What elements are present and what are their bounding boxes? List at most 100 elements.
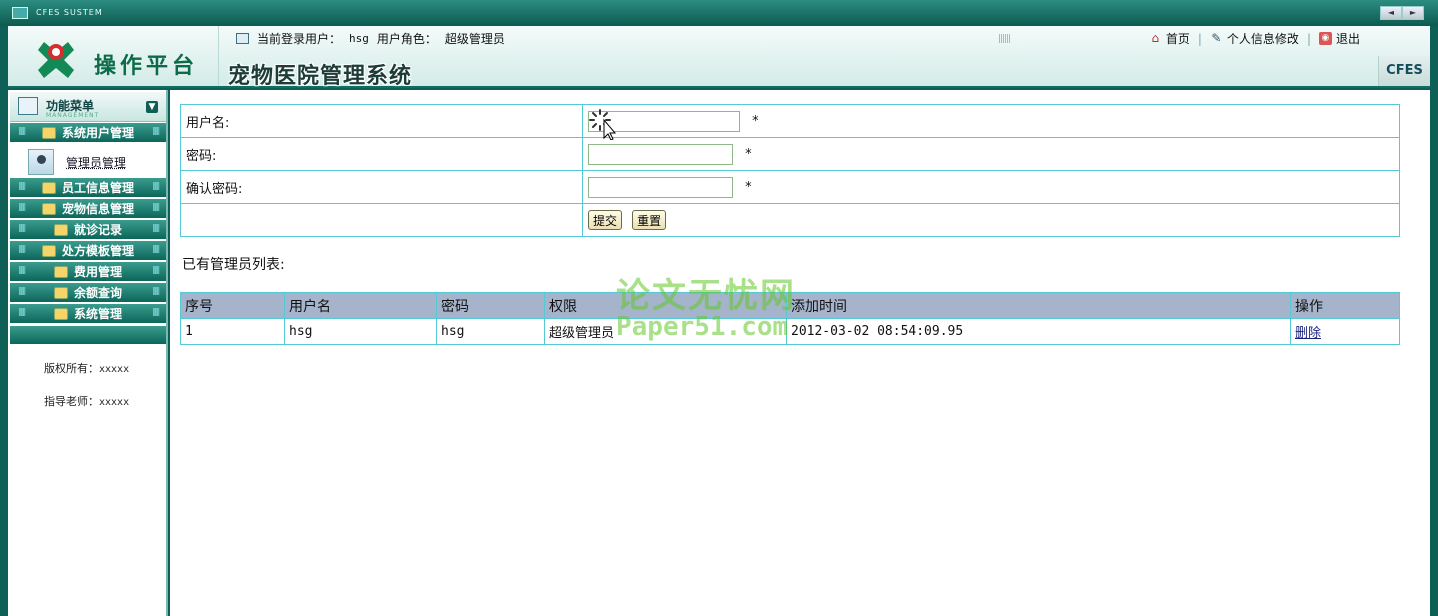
empty-cell (180, 203, 583, 237)
menu-footer (10, 326, 166, 344)
sidebar-item-label: 余额查询 (73, 286, 122, 300)
current-user-label: 当前登录用户： (257, 32, 342, 46)
col-role: 权限 (544, 292, 787, 319)
col-index: 序号 (180, 292, 285, 319)
password-input[interactable] (588, 143, 733, 165)
brand-badge: CFES (1378, 56, 1430, 86)
cell-password: hsg (436, 318, 545, 345)
logo: 操作平台 (20, 30, 220, 86)
folder-icon (41, 244, 56, 257)
sidebar-item-label: 宠物信息管理 (61, 202, 134, 216)
menu-icon (18, 97, 38, 115)
logout-link[interactable]: 退出 (1336, 30, 1360, 47)
reset-button[interactable]: 重置 (632, 210, 667, 230)
cell-index: 1 (180, 318, 285, 345)
username-cell: * (582, 104, 1400, 138)
form-row-actions: 提交 重置 (180, 203, 1400, 237)
window-nav: ◄ ► (1380, 6, 1424, 20)
admin-table: 序号 用户名 密码 权限 添加时间 操作 1 hsg hsg 超级管理员 201… (180, 292, 1400, 345)
sidebar-item-staff[interactable]: 员工信息管理 (10, 178, 166, 197)
profile-link[interactable]: 个人信息修改 (1227, 30, 1299, 47)
col-action: 操作 (1290, 292, 1400, 319)
main-content: 用户名: * 密码: * 确认密码: * 提交 重置 已有管理员列表: 序号 用… (170, 90, 1430, 616)
folder-icon (53, 307, 68, 320)
password-cell: * (582, 137, 1400, 171)
advisor-value: xxxxx (99, 397, 130, 408)
required-mark: * (745, 146, 752, 162)
required-mark: * (752, 113, 759, 129)
header-grip: |||||| (998, 34, 1011, 44)
col-password: 密码 (436, 292, 545, 319)
list-title: 已有管理员列表: (182, 257, 285, 273)
confirm-password-input[interactable] (588, 176, 733, 198)
sidebar-item-balance[interactable]: 余额查询 (10, 283, 166, 302)
cell-role: 超级管理员 (544, 318, 787, 345)
link-divider: | (1197, 31, 1202, 46)
sidebar-subitem-label: 管理员管理 (66, 155, 127, 170)
sidebar-subitem-admin[interactable]: 管理员管理 (10, 143, 166, 181)
edit-profile-icon: ✎ (1211, 31, 1222, 45)
folder-icon (41, 202, 56, 215)
sidebar-item-system[interactable]: 系统管理 (10, 304, 166, 323)
current-user: hsg (349, 32, 369, 45)
col-added: 添加时间 (786, 292, 1291, 319)
form-row-password: 密码: * (180, 137, 1400, 171)
platform-title: 操作平台 (94, 53, 199, 79)
sidebar-item-fees[interactable]: 费用管理 (10, 262, 166, 281)
sidebar-item-prescriptions[interactable]: 处方模板管理 (10, 241, 166, 260)
sidebar-item-label: 费用管理 (73, 265, 122, 279)
folder-icon (41, 126, 56, 139)
top-links: ⌂ 首页 | ✎ 个人信息修改 | ◉ 退出 (1149, 30, 1360, 47)
role-label: 用户角色： (376, 32, 437, 46)
cell-action: 删除 (1290, 318, 1400, 345)
collapse-icon[interactable]: ▼ (146, 101, 158, 113)
folder-icon (53, 286, 68, 299)
table-row: 1 hsg hsg 超级管理员 2012-03-02 08:54:09.95 删… (180, 318, 1400, 345)
user-avatar-icon (28, 149, 54, 175)
app-title: 宠物医院管理系统 (228, 63, 413, 89)
logout-icon: ◉ (1318, 32, 1332, 45)
home-icon: ⌂ (1151, 31, 1160, 45)
form-row-username: 用户名: * (180, 104, 1400, 138)
sidebar-item-label: 处方模板管理 (61, 244, 134, 258)
header-divider (218, 26, 219, 86)
sidebar-item-system-users[interactable]: 系统用户管理 (10, 123, 166, 142)
col-username: 用户名 (284, 292, 437, 319)
menu-header: 功能菜单 MANAGEMENT ▼ (10, 92, 166, 122)
confirm-label: 确认密码: (180, 170, 583, 204)
role-value: 超级管理员 (444, 32, 505, 46)
sidebar-item-label: 系统用户管理 (61, 126, 134, 140)
sidebar-item-pets[interactable]: 宠物信息管理 (10, 199, 166, 218)
folder-icon (53, 223, 68, 236)
sidebar: 功能菜单 MANAGEMENT ▼ 系统用户管理 管理员管理 员工信息管理 宠物… (8, 90, 168, 616)
window-titlebar: CFES SUSTEM ◄ ► (0, 0, 1438, 26)
home-link[interactable]: 首页 (1166, 30, 1190, 47)
sidebar-item-visits[interactable]: 就诊记录 (10, 220, 166, 239)
advisor-line: 指导老师：xxxxx (44, 393, 129, 409)
admin-form: 用户名: * 密码: * 确认密码: * 提交 重置 (180, 104, 1400, 237)
link-divider: | (1306, 31, 1311, 46)
nav-prev-button[interactable]: ◄ (1380, 6, 1402, 20)
nav-next-button[interactable]: ► (1402, 6, 1424, 20)
cell-username: hsg (284, 318, 437, 345)
sidebar-item-label: 系统管理 (73, 307, 122, 321)
advisor-label: 指导老师： (44, 395, 99, 408)
menu-subtitle: MANAGEMENT (46, 112, 100, 119)
user-info: 当前登录用户： hsg 用户角色： 超级管理员 (236, 30, 505, 47)
form-row-confirm: 确认密码: * (180, 170, 1400, 204)
delete-link[interactable]: 删除 (1295, 326, 1321, 341)
app-header: 操作平台 当前登录用户： hsg 用户角色： 超级管理员 |||||| ⌂ 首页… (8, 26, 1430, 89)
username-label: 用户名: (180, 104, 583, 138)
username-input[interactable] (588, 110, 740, 132)
logo-mark-icon (38, 42, 74, 78)
sidebar-item-label: 员工信息管理 (61, 181, 134, 195)
submit-button[interactable]: 提交 (588, 210, 623, 230)
table-header-row: 序号 用户名 密码 权限 添加时间 操作 (180, 292, 1400, 319)
cell-added: 2012-03-02 08:54:09.95 (786, 318, 1291, 345)
copyright-value: xxxxx (99, 364, 130, 375)
system-title: CFES SUSTEM (36, 8, 103, 17)
copyright-line: 版权所有：xxxxx (44, 360, 129, 376)
folder-icon (53, 265, 68, 278)
actions-cell: 提交 重置 (582, 203, 1400, 237)
password-label: 密码: (180, 137, 583, 171)
